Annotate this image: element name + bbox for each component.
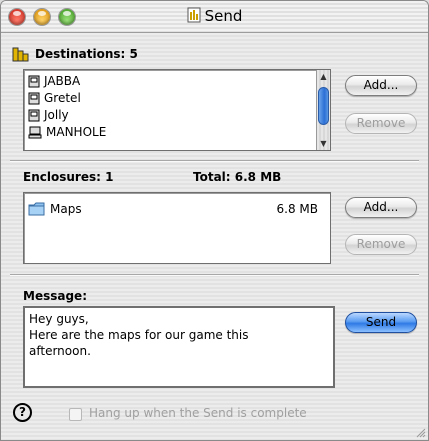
title-bar[interactable]: Send xyxy=(1,1,428,33)
message-label: Message: xyxy=(23,289,87,303)
destination-name: Jolly xyxy=(44,108,69,122)
list-item[interactable]: Gretel xyxy=(28,90,81,106)
scroll-down-arrow-icon[interactable]: ▼ xyxy=(317,137,330,150)
destinations-scrollbar[interactable]: ▲ ▼ xyxy=(316,70,330,150)
section-divider xyxy=(10,160,419,162)
hangup-checkbox[interactable] xyxy=(69,408,82,421)
message-line: Hey guys, xyxy=(29,312,89,326)
scroll-up-arrow-icon[interactable]: ▲ xyxy=(317,70,330,83)
add-destination-button[interactable]: Add... xyxy=(345,75,417,96)
enclosures-total: Total: 6.8 MB xyxy=(193,170,282,184)
window-title: Send xyxy=(204,7,243,25)
help-button[interactable]: ? xyxy=(13,403,32,422)
enclosures-label: Enclosures: 1 xyxy=(23,170,114,184)
list-item[interactable]: Maps 6.8 MB xyxy=(28,201,324,217)
remove-enclosure-button[interactable]: Remove xyxy=(345,234,417,255)
list-item[interactable]: Jolly xyxy=(28,107,69,123)
message-line: Here are the maps for our game this xyxy=(29,328,249,342)
folder-icon xyxy=(28,202,45,216)
add-enclosure-button[interactable]: Add... xyxy=(345,197,417,218)
scroll-thumb[interactable] xyxy=(318,87,329,125)
send-doc-icon xyxy=(187,7,201,23)
enclosures-list[interactable]: Maps 6.8 MB xyxy=(23,192,331,264)
remove-destination-button[interactable]: Remove xyxy=(345,113,417,134)
destinations-label: Destinations: 5 xyxy=(35,47,138,61)
destination-name: Gretel xyxy=(44,91,81,105)
list-item[interactable]: JABBA xyxy=(28,73,80,89)
message-line: afternoon. xyxy=(29,344,91,358)
hangup-checkbox-label[interactable]: Hang up when the Send is complete xyxy=(89,406,307,420)
enclosure-name: Maps xyxy=(50,202,82,216)
destination-name: MANHOLE xyxy=(46,125,107,139)
resize-grip-icon[interactable] xyxy=(414,426,426,438)
server-icon xyxy=(28,109,40,122)
send-button[interactable]: Send xyxy=(345,312,417,333)
server-icon xyxy=(28,92,40,105)
destination-name: JABBA xyxy=(44,74,81,88)
list-item[interactable]: MANHOLE xyxy=(28,124,106,140)
window-title-group: Send xyxy=(1,7,428,25)
server-icon xyxy=(28,75,40,88)
enclosure-size: 6.8 MB xyxy=(276,202,318,216)
section-divider xyxy=(10,274,419,276)
computer-icon xyxy=(28,126,42,139)
message-textarea[interactable]: Hey guys, Here are the maps for our game… xyxy=(23,306,335,388)
destinations-list[interactable]: JABBA Gretel Jolly MANHOLE ▲ ▼ xyxy=(23,69,331,151)
destinations-icon xyxy=(12,47,29,62)
send-window: Send Destinations: 5 JABBA Gretel Jolly … xyxy=(0,0,429,441)
